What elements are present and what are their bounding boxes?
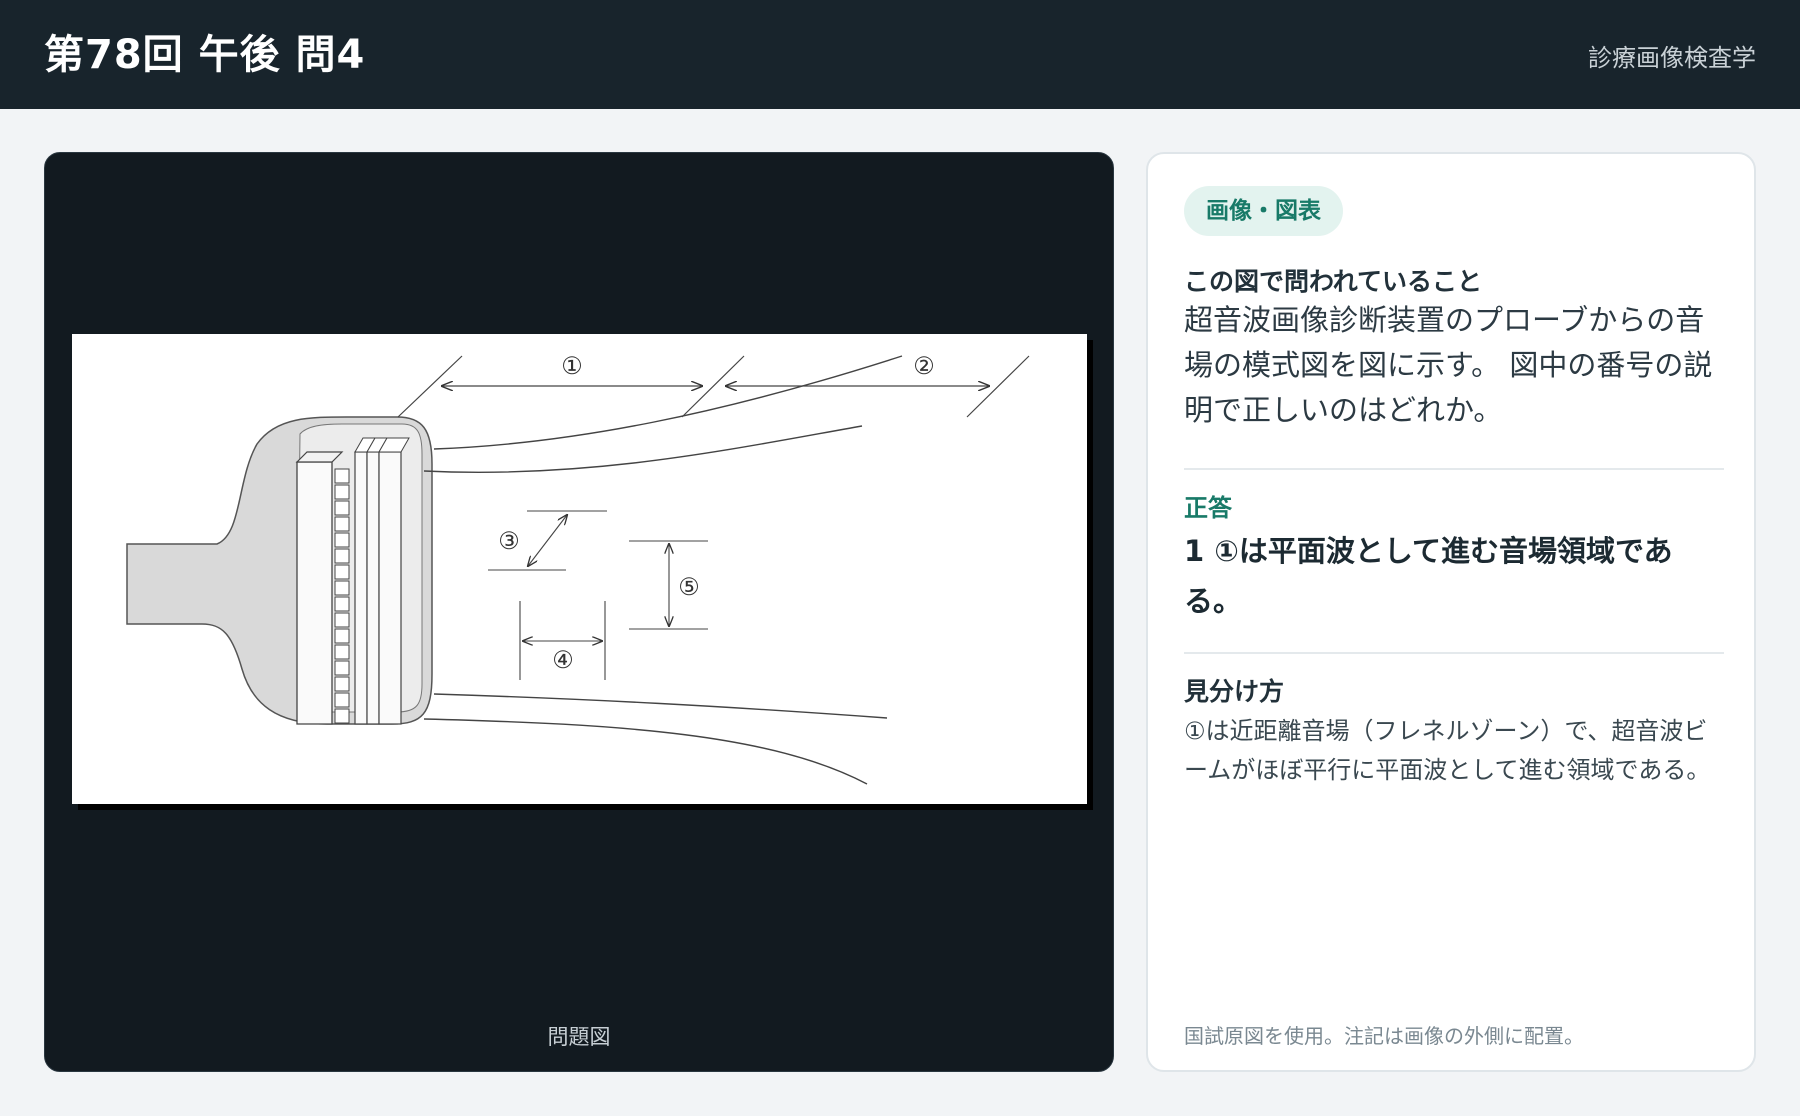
question-heading: この図で問われていること	[1184, 267, 1483, 296]
tip-heading: 見分け方	[1184, 677, 1285, 706]
answer-label: 正答	[1184, 494, 1232, 522]
beam-upper-inner	[423, 425, 863, 473]
beam-lower-inner	[433, 693, 888, 719]
divider	[1184, 468, 1724, 470]
figure-caption: 問題図	[547, 1025, 611, 1049]
label-5: ⑤	[678, 573, 700, 601]
header-bar: 第78回 午後 問4 診療画像検査学	[0, 0, 1800, 109]
question-text: 超音波画像診断装置のプローブからの音場の模式図を図に示す。 図中の番号の説明で正…	[1184, 303, 1713, 427]
footnote: 国試原図を使用。注記は画像の外側に配置。	[1184, 1024, 1584, 1048]
label-2: ②	[913, 352, 935, 380]
page-title: 第78回 午後 問4	[44, 32, 366, 78]
beam-lower-outer	[423, 718, 868, 785]
beam-upper-outer	[433, 355, 903, 450]
info-panel: 画像・図表 この図で問われていること 超音波画像診断装置のプローブからの音場の模…	[1146, 152, 1756, 1072]
answer-text: 1 ①は平面波として進む音場領域である。	[1184, 534, 1673, 618]
tip-text: ①は近距離音場（フレネルゾーン）で、超音波ビームがほぼ平行に平面波として進む領域…	[1184, 717, 1711, 784]
label-3: ③	[498, 527, 520, 555]
question-figure: ① ② ③ ④ ⑤	[72, 334, 1087, 804]
label-1: ①	[561, 352, 583, 380]
subject-label: 診療画像検査学	[1588, 44, 1756, 72]
ultrasound-field-diagram: ① ② ③ ④ ⑤	[126, 352, 1030, 785]
figure-panel: ① ② ③ ④ ⑤ 問題図	[44, 152, 1114, 1072]
category-tag: 画像・図表	[1184, 186, 1343, 236]
divider	[1184, 652, 1724, 654]
label-4: ④	[552, 646, 574, 674]
